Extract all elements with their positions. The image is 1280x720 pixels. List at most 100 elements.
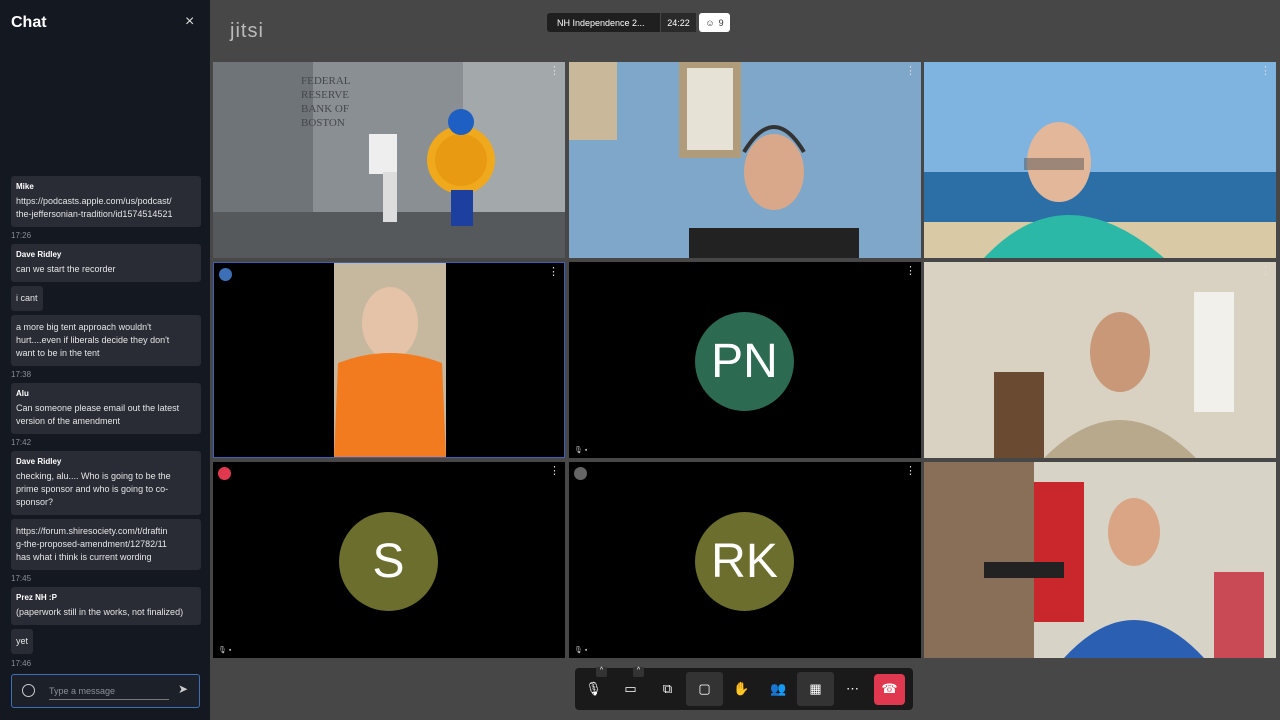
video-tile-3[interactable]: ⋮ [924, 62, 1276, 258]
tile-menu-icon[interactable]: ⋮ [1260, 66, 1271, 77]
tile-menu-icon[interactable]: ⋮ [905, 266, 916, 277]
message-bubble: Prez NH :P (paperwork still in the works,… [11, 587, 201, 625]
message-timestamp: 17:26 [11, 231, 32, 240]
message-text: version of the amendment [16, 416, 121, 426]
video-frame-beach-man [924, 62, 1276, 258]
meeting-name: NH Independence 2... [547, 13, 660, 32]
video-stage: jitsi NH Independence 2... 24:22 ☺ 9 FED… [210, 0, 1280, 720]
message-timestamp: 17:46 [11, 659, 32, 668]
participant-count-badge[interactable]: ☺ 9 [699, 13, 730, 32]
video-tile-4[interactable]: ⋮ [213, 262, 565, 458]
video-tile-2[interactable]: ⋮ [569, 62, 921, 258]
video-tile-1[interactable]: FEDERAL RESERVE BANK OF BOSTON ⋮ [213, 62, 565, 258]
smiley-icon[interactable] [22, 684, 35, 697]
chevron-up-icon[interactable]: ^ [633, 667, 644, 677]
video-frame-studio [924, 462, 1276, 658]
jitsi-logo: jitsi [230, 20, 264, 42]
tile-menu-icon[interactable]: ⋮ [905, 466, 916, 477]
message-bubble: a more big tent approach wouldn't hurt...… [11, 315, 201, 366]
message-list: Mike https://podcasts.apple.com/us/podcas… [11, 176, 201, 672]
send-icon[interactable]: ➤ [178, 682, 188, 696]
message-sender: Alu [16, 389, 29, 398]
message-text[interactable]: https://podcasts.apple.com/us/podcast/ [16, 195, 196, 208]
video-tile-5[interactable]: PN 🎙 ▪ ⋮ [569, 262, 921, 458]
message-bubble: Alu Can someone please email out the late… [11, 383, 201, 434]
camera-icon[interactable]: ▭ ^ [612, 667, 649, 706]
tile-menu-icon[interactable]: ⋮ [1260, 266, 1271, 277]
tile-menu-icon[interactable]: ⋮ [549, 66, 560, 77]
screenshare-icon[interactable]: ⧉ [649, 672, 686, 706]
message-timestamp: 17:45 [11, 574, 32, 583]
message-text: can we start the recorder [16, 264, 116, 274]
avatar: RK [695, 512, 794, 611]
message-group: Mike https://podcasts.apple.com/us/podcas… [11, 176, 201, 240]
video-tile-6[interactable]: ⋮ [924, 262, 1276, 458]
message-text: a more big tent approach wouldn't [16, 322, 152, 332]
message-group: Alu Can someone please email out the late… [11, 383, 201, 447]
video-frame-orange-shirt [214, 263, 564, 457]
video-frame-living-room [924, 262, 1276, 458]
avatar: S [339, 512, 438, 611]
svg-text:BANK OF: BANK OF [301, 103, 349, 115]
meeting-timer: 24:22 [661, 13, 696, 32]
chevron-up-icon[interactable]: ^ [596, 667, 607, 677]
message-text: has what i think is current wording [16, 552, 152, 562]
tile-menu-icon[interactable]: ⋮ [905, 66, 916, 77]
muted-icon: 🎙 ▪ [218, 647, 232, 654]
participants-icon: ☺ [705, 17, 715, 28]
message-text: (paperwork still in the works, not final… [16, 607, 184, 617]
message-sender: Dave Ridley [16, 457, 62, 466]
message-sender: Prez NH :P [16, 593, 57, 602]
muted-icon: 🎙 ▪ [574, 647, 588, 654]
tile-view-icon[interactable]: ▦ [797, 672, 834, 706]
video-tile-8[interactable]: RK 🎙 ▪ ⋮ [569, 462, 921, 658]
avatar: PN [695, 312, 794, 411]
video-frame-headset-man [569, 62, 921, 258]
message-group: yet 17:46 [11, 629, 201, 668]
message-text: hurt....even if liberals decide they don… [16, 335, 170, 345]
message-bubble: Mike https://podcasts.apple.com/us/podcas… [11, 176, 201, 227]
message-group: Dave Ridley checking, alu.... Who is goin… [11, 451, 201, 515]
video-tile-7[interactable]: S 🎙 ▪ ⋮ [213, 462, 565, 658]
participant-count: 9 [718, 17, 724, 28]
microphone-icon[interactable]: 🎙 ^ [575, 667, 612, 706]
more-icon[interactable]: ⋯ [834, 672, 871, 706]
chat-title: Chat [11, 14, 47, 31]
chat-panel: Chat × Mike https://podcasts.apple.com/us… [0, 0, 210, 720]
participants-icon[interactable]: 👥 [760, 672, 797, 706]
message-timestamp: 17:38 [11, 370, 32, 379]
message-text[interactable]: https://forum.shiresociety.com/t/draftin [16, 525, 196, 538]
message-text: the-jeffersonian-tradition/id1574514521 [16, 209, 173, 219]
hangup-icon[interactable]: ☎ [874, 673, 905, 705]
speaker-indicator-icon [574, 467, 587, 480]
close-icon[interactable]: × [185, 13, 194, 31]
message-text: i cant [16, 293, 38, 303]
message-group: i cant [11, 286, 201, 315]
message-sender: Dave Ridley [16, 250, 62, 259]
message-input-placeholder[interactable]: Type a message [49, 686, 169, 700]
message-bubble: Dave Ridley checking, alu.... Who is goin… [11, 451, 201, 515]
message-bubble: Dave Ridley can we start the recorder [11, 244, 201, 282]
tile-menu-icon[interactable]: ⋮ [548, 267, 559, 278]
message-group: Dave Ridley can we start the recorder [11, 244, 201, 282]
message-bubble: yet [11, 629, 34, 654]
svg-text:BOSTON: BOSTON [301, 117, 345, 129]
speaker-indicator-icon [219, 268, 232, 281]
message-sender: Mike [16, 182, 34, 191]
muted-icon: 🎙 ▪ [574, 447, 588, 454]
video-frame-federal-reserve: FEDERAL RESERVE BANK OF BOSTON [213, 62, 565, 258]
call-toolbar: 🎙 ^ ▭ ^ ⧉ ▢ ✋ 👥 ▦ ⋯ ☎ [575, 667, 913, 710]
message-text: want to be in the tent [16, 348, 100, 358]
raise-hand-icon[interactable]: ✋ [723, 672, 760, 706]
chat-input[interactable]: Type a message ➤ [11, 674, 200, 708]
message-text: Can someone please email out the latest [16, 403, 180, 413]
video-tile-9[interactable] [924, 462, 1276, 658]
message-text: g-the-proposed-amendment/12782/11 [16, 539, 167, 549]
message-group: Prez NH :P (paperwork still in the works,… [11, 587, 201, 625]
message-text: yet [16, 636, 29, 646]
chat-icon[interactable]: ▢ [686, 672, 723, 706]
tile-menu-icon[interactable]: ⋮ [549, 466, 560, 477]
message-text: checking, alu.... Who is going to be the [16, 471, 171, 481]
message-text: sponsor? [16, 497, 54, 507]
message-bubble: i cant [11, 286, 43, 311]
